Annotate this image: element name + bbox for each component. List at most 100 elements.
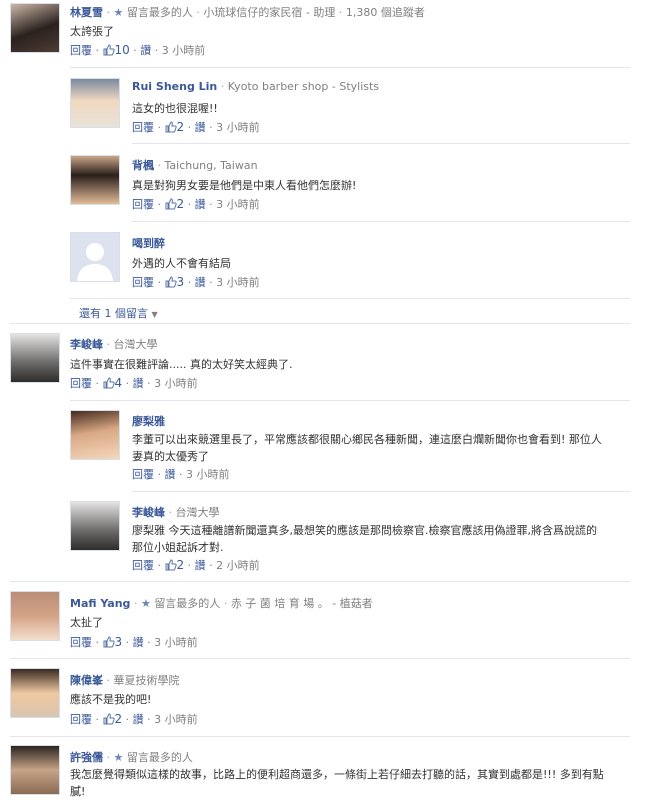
thumbs-up-icon <box>165 198 177 213</box>
thumbs-up-icon <box>103 636 115 651</box>
comment-author[interactable]: 林夏雪 <box>70 6 103 19</box>
top-commenter-badge: 留言最多的人 <box>154 597 221 610</box>
default-profile-avatar[interactable] <box>70 232 120 282</box>
comment-text: 李董可以出來競選里長了，平常應該都很關心鄉民各種新聞，連這麼白爛新聞你也會看到!… <box>132 433 602 463</box>
top-commenter-badge: 留言最多的人 <box>126 6 193 19</box>
divider <box>132 491 630 492</box>
author-affiliation[interactable]: 台灣大學 <box>114 338 158 351</box>
like-link[interactable]: 讚 <box>133 713 144 726</box>
like-count[interactable]: 3 <box>177 275 185 289</box>
like-link[interactable]: 讚 <box>195 276 206 289</box>
like-link[interactable]: 讚 <box>165 468 176 481</box>
timestamp[interactable]: 3 小時前 <box>154 377 198 390</box>
author-affiliation[interactable]: 台灣大學 <box>176 506 220 519</box>
like-count[interactable]: 10 <box>115 43 130 57</box>
reply-link[interactable]: 回覆 <box>132 468 154 481</box>
comment-author[interactable]: Mafi Yang <box>70 597 130 610</box>
young-man-avatar[interactable] <box>70 155 120 205</box>
author-affiliation[interactable]: Kyoto barber shop - Stylists <box>228 80 379 93</box>
comment-text: 廖梨雅 今天這種離譜新聞還真多,最想笑的應該是那問檢察官.檢察官應該用偽證罪,將… <box>132 524 597 554</box>
star-icon: ★ <box>113 751 124 764</box>
comment-author[interactable]: 背楓 <box>132 159 154 172</box>
like-link[interactable]: 讚 <box>195 198 206 211</box>
like-count[interactable]: 4 <box>115 376 123 390</box>
child-avatar[interactable] <box>10 668 60 718</box>
like-link[interactable]: 讚 <box>140 44 151 57</box>
comment-text: 我怎麼覺得類似這樣的故事，比路上的便利超商還多，一條街上若仔細去打聽的話，其實到… <box>70 768 604 798</box>
comment-text: 太扯了 <box>70 616 103 629</box>
man-glasses-avatar-2[interactable] <box>70 501 120 551</box>
divider <box>132 221 630 222</box>
thumbs-up-icon <box>165 559 177 574</box>
divider <box>10 658 630 659</box>
timestamp[interactable]: 3 小時前 <box>186 468 230 481</box>
thumbs-up-icon <box>165 121 177 136</box>
reply-link[interactable]: 回覆 <box>132 276 154 289</box>
reply-link[interactable]: 回覆 <box>70 44 92 57</box>
comment-text: 這女的也很混喔!! <box>132 102 218 115</box>
top-commenter-badge: 留言最多的人 <box>126 751 193 764</box>
like-count[interactable]: 2 <box>115 712 123 726</box>
follower-count: 1,380 個追蹤者 <box>345 6 425 19</box>
man-glasses-avatar[interactable] <box>10 333 60 383</box>
reply-link[interactable]: 回覆 <box>70 377 92 390</box>
comment-text: 應該不是我的吧! <box>70 693 152 706</box>
divider <box>10 323 630 324</box>
like-link[interactable]: 讚 <box>195 121 206 134</box>
like-link[interactable]: 讚 <box>195 559 206 572</box>
comment-text: 真是對狗男女要是他們是中東人看他們怎麼辦! <box>132 179 357 192</box>
comment-author[interactable]: Rui Sheng Lin <box>132 80 217 93</box>
divider <box>132 143 630 144</box>
thumbs-up-icon <box>103 44 115 59</box>
woman-portrait-avatar[interactable] <box>10 591 60 641</box>
thumbs-up-icon <box>103 377 115 392</box>
like-count[interactable]: 2 <box>177 197 185 211</box>
thumbs-up-icon <box>103 713 115 728</box>
author-affiliation[interactable]: 小琉球信仔的家民宿 - 助理 <box>203 6 335 19</box>
like-count[interactable]: 2 <box>177 120 185 134</box>
man-with-baby-avatar[interactable] <box>70 78 120 128</box>
comment-text: 這件事實在很難評論..... 真的太好笑太經典了. <box>70 358 293 371</box>
person-silhouette-icon <box>77 243 113 281</box>
more-replies-link[interactable]: 還有 1 個留言 ▼ <box>79 305 158 321</box>
comment-author[interactable]: 李峻峰 <box>132 506 165 519</box>
timestamp[interactable]: 3 小時前 <box>216 276 260 289</box>
like-count[interactable]: 3 <box>115 635 123 649</box>
woman-smiling-avatar[interactable] <box>70 410 120 460</box>
divider <box>70 400 630 401</box>
star-icon: ★ <box>140 597 151 610</box>
divider <box>10 736 630 737</box>
like-link[interactable]: 讚 <box>133 636 144 649</box>
comment-author[interactable]: 喝到醉 <box>132 237 165 250</box>
reply-link[interactable]: 回覆 <box>132 121 154 134</box>
like-link[interactable]: 讚 <box>133 377 144 390</box>
timestamp[interactable]: 3 小時前 <box>216 121 260 134</box>
timestamp[interactable]: 3 小時前 <box>154 713 198 726</box>
comment-author[interactable]: 許強儒 <box>70 751 103 764</box>
comment-author[interactable]: 李峻峰 <box>70 338 103 351</box>
thumbs-up-icon <box>165 276 177 291</box>
comment-text: 外遇的人不會有結局 <box>132 257 231 270</box>
comment-author[interactable]: 陳偉峯 <box>70 674 103 687</box>
author-affiliation[interactable]: 赤 子 菌 培 育 場 。 - 植菇者 <box>231 597 373 610</box>
comment-author[interactable]: 廖梨雅 <box>132 415 165 428</box>
timestamp[interactable]: 2 小時前 <box>216 559 260 572</box>
divider <box>70 298 630 299</box>
divider <box>70 67 630 68</box>
timestamp[interactable]: 3 小時前 <box>154 636 198 649</box>
timestamp[interactable]: 3 小時前 <box>162 44 206 57</box>
man-face-avatar[interactable] <box>10 745 60 795</box>
author-location[interactable]: Taichung, Taiwan <box>165 159 258 172</box>
author-affiliation[interactable]: 華夏技術學院 <box>114 674 180 687</box>
star-icon: ★ <box>113 6 124 19</box>
reply-link[interactable]: 回覆 <box>70 636 92 649</box>
timestamp[interactable]: 3 小時前 <box>216 198 260 211</box>
reply-link[interactable]: 回覆 <box>132 559 154 572</box>
reply-link[interactable]: 回覆 <box>70 713 92 726</box>
reply-link[interactable]: 回覆 <box>132 198 154 211</box>
chevron-down-icon: ▼ <box>151 310 158 319</box>
comment-text: 太誇張了 <box>70 25 114 38</box>
like-count[interactable]: 2 <box>177 558 185 572</box>
divider <box>10 581 630 582</box>
woman-photo-avatar[interactable] <box>10 3 60 53</box>
